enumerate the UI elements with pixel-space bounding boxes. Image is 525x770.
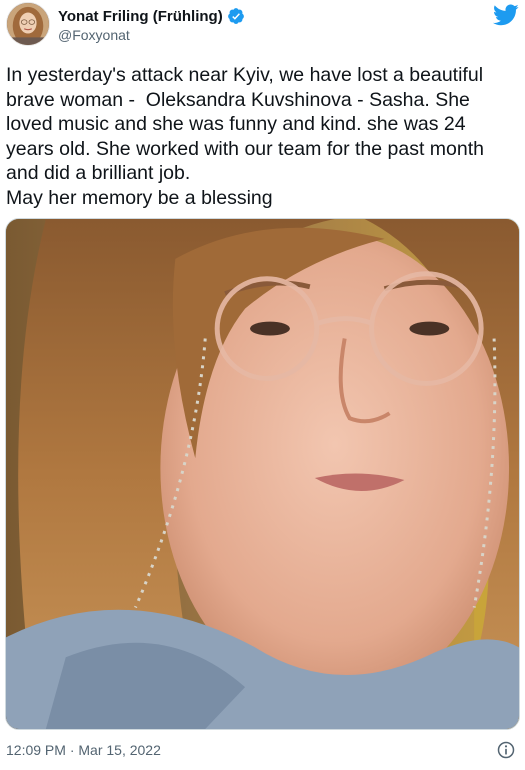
- avatar[interactable]: [6, 2, 50, 46]
- tweet-footer: 12:09 PM · Mar 15, 2022: [6, 740, 518, 762]
- author-handle[interactable]: @Foxyonat: [58, 27, 130, 43]
- timestamp[interactable]: 12:09 PM · Mar 15, 2022: [6, 742, 161, 758]
- twitter-bird-icon[interactable]: [493, 4, 519, 26]
- name-row: Yonat Friling (Frühling): [58, 6, 245, 26]
- avatar-image: [7, 3, 49, 45]
- portrait-photo: [6, 219, 519, 729]
- tweet-card: Yonat Friling (Frühling) @Foxyonat In ye…: [0, 0, 525, 770]
- display-name[interactable]: Yonat Friling (Frühling): [58, 8, 223, 25]
- tweet-text: In yesterday's attack near Kyiv, we have…: [6, 64, 484, 209]
- tweet-header: Yonat Friling (Frühling) @Foxyonat: [0, 0, 525, 56]
- info-icon[interactable]: [496, 740, 516, 760]
- verified-badge-icon: [227, 8, 244, 24]
- tweet-photo[interactable]: [5, 218, 520, 730]
